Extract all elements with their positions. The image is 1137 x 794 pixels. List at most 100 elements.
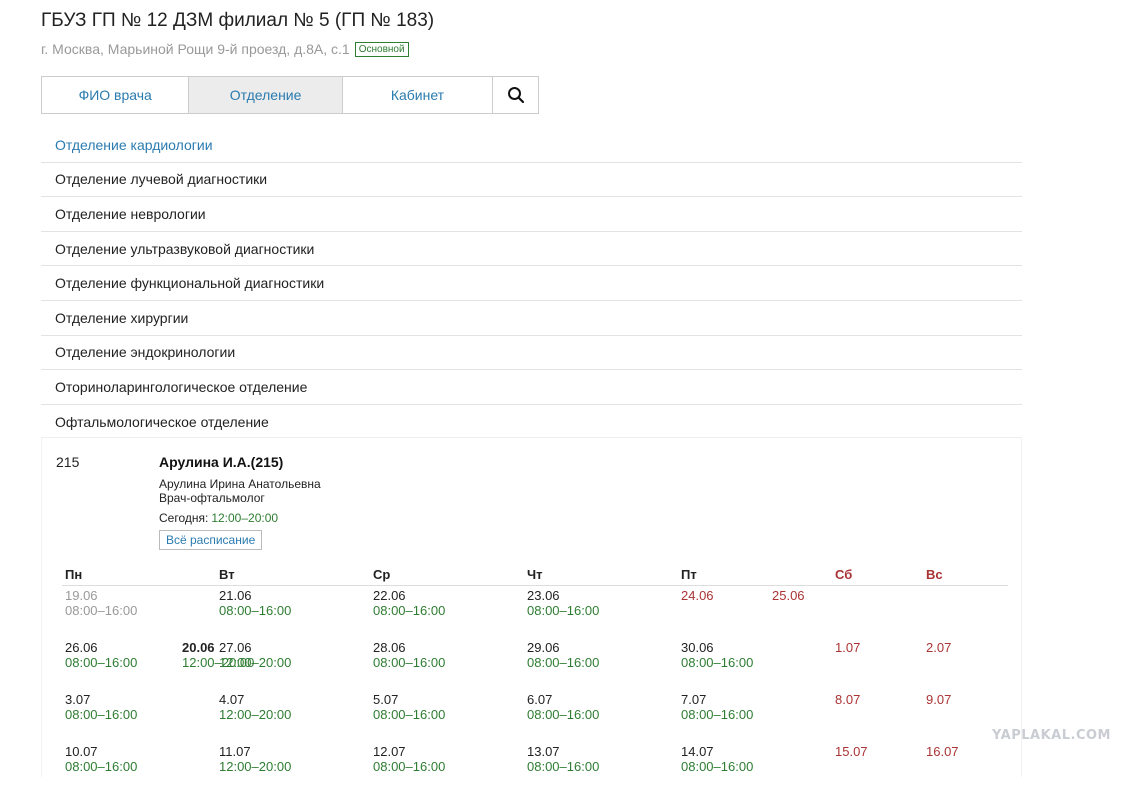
day-date: 6.07 <box>527 692 553 707</box>
day-date: 2.07 <box>926 640 952 655</box>
schedule-header: Пн Вт Ср Чт Пт Сб Вс <box>62 567 1008 586</box>
tab-cabinet[interactable]: Кабинет <box>343 77 494 113</box>
all-schedule-button[interactable]: Всё расписание <box>159 530 263 550</box>
day-header: Чт <box>527 567 543 582</box>
department-item[interactable]: Отделение кардиологии <box>41 128 1022 163</box>
day-date: 3.07 <box>65 692 91 707</box>
cabinet-number: 215 <box>56 454 80 470</box>
day-hours: 08:00–16:00 <box>681 759 754 774</box>
day-hours: 08:00–16:00 <box>219 603 292 618</box>
page-title: ГБУЗ ГП № 12 ДЗМ филиал № 5 (ГП № 183) <box>41 10 435 31</box>
schedule-day-cell[interactable]: 4.07 12:00–20:00 <box>216 692 370 742</box>
schedule-week-row: 19.06 08:00–16:00 20.06 12:00–20:00 21.06 08:… <box>62 586 1008 670</box>
schedule-day-cell: 2.07 <box>923 640 1008 690</box>
day-hours: 08:00–16:00 <box>527 759 600 774</box>
day-hours: 08:00–16:00 <box>527 603 600 618</box>
schedule-day-cell[interactable]: 12.07 08:00–16:00 <box>370 744 524 794</box>
today-hours: Сегодня: 12:00–20:00 <box>159 511 278 525</box>
clinic-address: г. Москва, Марьиной Рощи 9-й проезд, д.8… <box>41 41 409 57</box>
department-item-expanded[interactable]: Офтальмологическое отделение <box>41 405 1022 440</box>
day-date: 11.07 <box>219 744 251 759</box>
department-item[interactable]: Отделение неврологии <box>41 197 1022 232</box>
day-hours: 08:00–16:00 <box>681 655 754 670</box>
day-hours: 08:00–16:00 <box>65 603 138 618</box>
department-list: Отделение кардиологии Отделение лучевой … <box>41 128 1022 439</box>
schedule-day-cell[interactable]: 14.07 08:00–16:00 <box>678 744 832 794</box>
tab-department[interactable]: Отделение <box>189 77 343 113</box>
day-date: 24.06 <box>681 588 714 603</box>
schedule-day-cell: 8.07 <box>832 692 923 742</box>
day-date: 16.07 <box>926 744 959 759</box>
day-header: Вт <box>219 567 235 582</box>
schedule-day-cell[interactable]: 3.07 08:00–16:00 <box>62 692 216 742</box>
schedule-day-cell[interactable]: 20.06 12:00–20:00 <box>179 640 333 670</box>
day-header: Пн <box>65 567 83 582</box>
day-hours: 08:00–16:00 <box>373 759 446 774</box>
main-badge: Основной <box>354 41 409 57</box>
schedule-day-cell[interactable]: 7.07 08:00–16:00 <box>678 692 832 742</box>
schedule-day-cell: 1.07 <box>832 640 923 690</box>
tab-doctor-name[interactable]: ФИО врача <box>42 77 190 113</box>
schedule-day-cell: 24.06 <box>678 588 769 638</box>
day-hours: 08:00–16:00 <box>681 707 754 722</box>
department-item[interactable]: Оториноларингологическое отделение <box>41 370 1022 405</box>
doctor-card: 215 Арулина И.А.(215) Арулина Ирина Анат… <box>41 437 1022 777</box>
day-date: 8.07 <box>835 692 861 707</box>
doctor-short-name: Арулина И.А.(215) <box>159 454 284 470</box>
schedule-day-cell[interactable]: 29.06 08:00–16:00 <box>524 640 678 690</box>
day-hours: 08:00–16:00 <box>373 707 446 722</box>
schedule-day-cell: 16.07 <box>923 744 1008 794</box>
watermark: YAPLAKAL.COM <box>992 728 1111 743</box>
department-item[interactable]: Отделение лучевой диагностики <box>41 163 1022 198</box>
day-date: 14.07 <box>681 744 714 759</box>
schedule-day-cell[interactable]: 28.06 08:00–16:00 <box>370 640 524 690</box>
schedule-weeks: 19.06 08:00–16:00 20.06 12:00–20:00 21.06 08:… <box>62 586 1008 794</box>
schedule-day-cell: 25.06 <box>769 588 854 638</box>
department-item[interactable]: Отделение хирургии <box>41 301 1022 336</box>
day-hours: 12:00–20:00 <box>219 759 292 774</box>
day-date: 5.07 <box>373 692 399 707</box>
day-date: 4.07 <box>219 692 245 707</box>
day-header: Пт <box>681 567 697 582</box>
day-hours: 08:00–16:00 <box>373 603 446 618</box>
day-date: 7.07 <box>681 692 707 707</box>
schedule-day-cell[interactable]: 21.06 08:00–16:00 <box>216 588 370 638</box>
day-hours: 08:00–16:00 <box>65 759 138 774</box>
day-date: 10.07 <box>65 744 98 759</box>
search-icon <box>507 87 524 104</box>
schedule-day-cell[interactable]: 11.07 12:00–20:00 <box>216 744 370 794</box>
schedule-day-cell[interactable]: 22.06 08:00–16:00 <box>370 588 524 638</box>
department-item[interactable]: Отделение функциональной диагностики <box>41 266 1022 301</box>
day-hours: 12:00–20:00 <box>219 707 292 722</box>
day-hours: 08:00–16:00 <box>527 707 600 722</box>
schedule-week-row: 10.07 08:00–16:00 11.07 12:00–20:00 12.07 08:… <box>62 742 1008 794</box>
day-date: 30.06 <box>681 640 714 655</box>
day-hours: 08:00–16:00 <box>527 655 600 670</box>
schedule-day-cell[interactable]: 23.06 08:00–16:00 <box>524 588 678 638</box>
schedule-day-cell[interactable]: 10.07 08:00–16:00 <box>62 744 216 794</box>
address-text: г. Москва, Марьиной Рощи 9-й проезд, д.8… <box>41 41 350 57</box>
day-hours: 08:00–16:00 <box>373 655 446 670</box>
schedule-day-cell[interactable]: 6.07 08:00–16:00 <box>524 692 678 742</box>
day-date: 25.06 <box>772 588 805 603</box>
day-date: 9.07 <box>926 692 952 707</box>
schedule-day-cell[interactable]: 5.07 08:00–16:00 <box>370 692 524 742</box>
today-label: Сегодня: <box>159 511 209 525</box>
day-header: Сб <box>835 567 853 582</box>
day-hours: 08:00–16:00 <box>65 707 138 722</box>
day-date: 21.06 <box>219 588 252 603</box>
day-header: Вс <box>926 567 943 582</box>
day-date: 28.06 <box>373 640 406 655</box>
day-date: 1.07 <box>835 640 861 655</box>
search-button[interactable] <box>493 77 538 113</box>
schedule-day-cell[interactable]: 30.06 08:00–16:00 <box>678 640 832 690</box>
day-date: 29.06 <box>527 640 560 655</box>
doctor-specialty: Врач-офтальмолог <box>159 491 265 505</box>
day-date: 23.06 <box>527 588 560 603</box>
schedule-day-cell[interactable]: 13.07 08:00–16:00 <box>524 744 678 794</box>
schedule-day-cell[interactable]: 19.06 08:00–16:00 <box>62 588 216 638</box>
today-hours-value: 12:00–20:00 <box>211 511 279 525</box>
day-header: Ср <box>373 567 391 582</box>
department-item[interactable]: Отделение ультразвуковой диагностики <box>41 232 1022 267</box>
department-item[interactable]: Отделение эндокринологии <box>41 336 1022 371</box>
